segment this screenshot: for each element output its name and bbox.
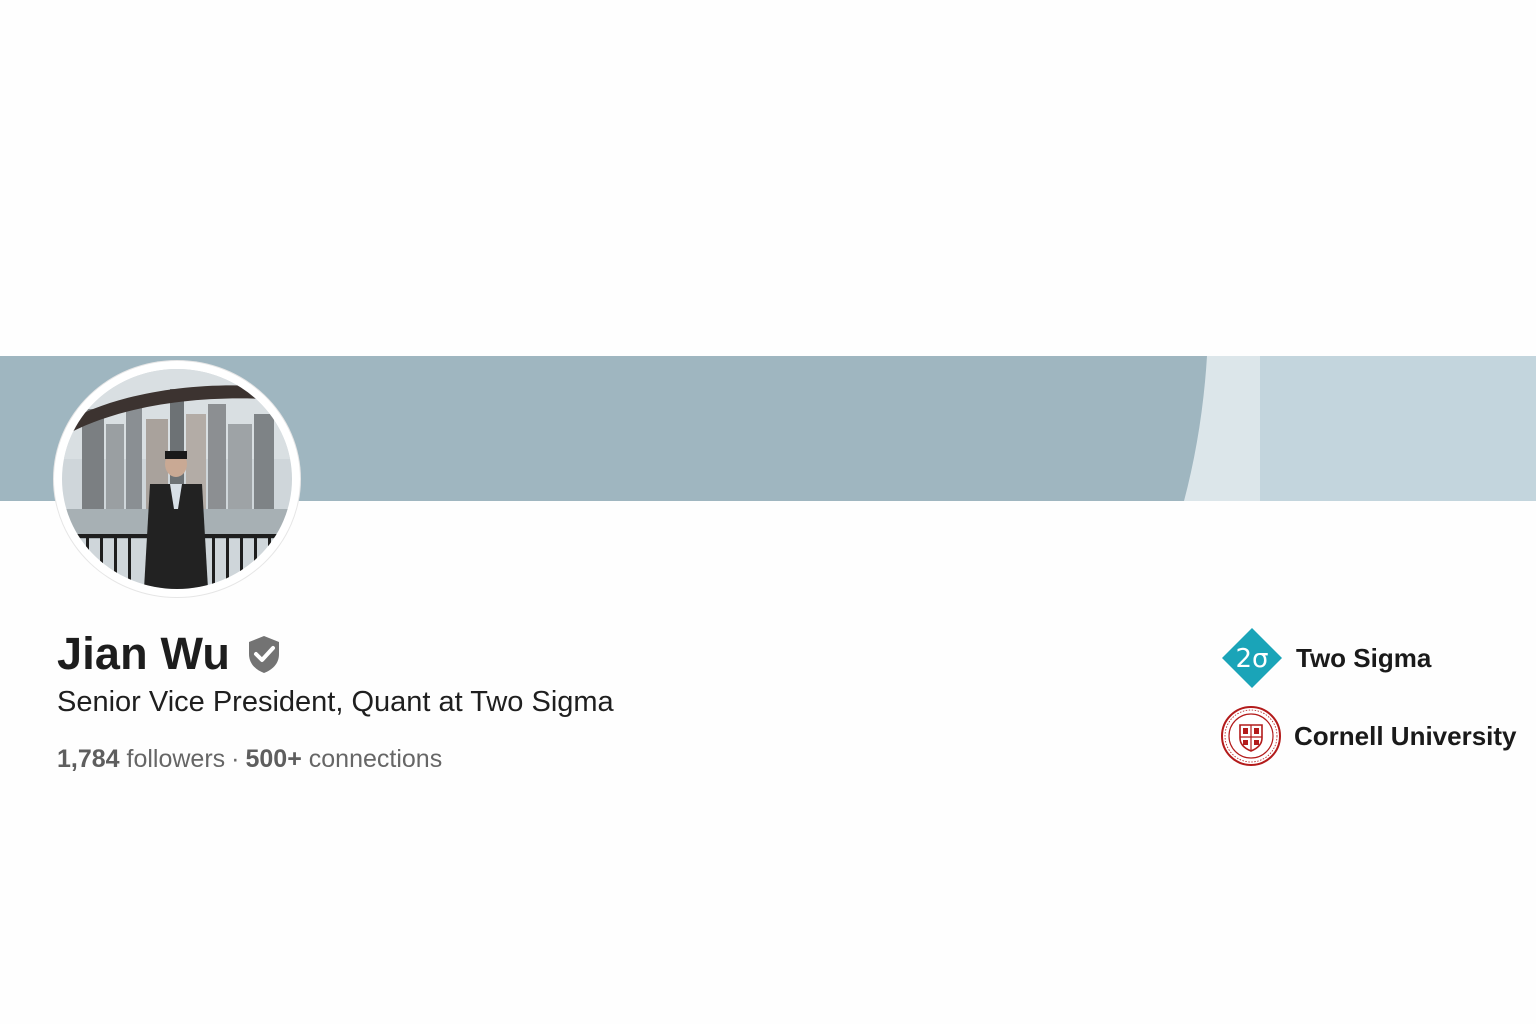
connections-label: connections xyxy=(308,745,443,773)
followers-label: followers xyxy=(126,745,226,773)
org-name-two-sigma: Two Sigma xyxy=(1296,642,1432,673)
connections-count: 500+ xyxy=(245,745,302,773)
profile-stats: 1,784 followers · 500+ connections xyxy=(57,745,442,774)
avatar-photo xyxy=(62,369,292,589)
profile-page: Jian Wu Senior Vice President, Quant at … xyxy=(0,0,1536,1024)
followers-count: 1,784 xyxy=(57,745,120,773)
profile-name: Jian Wu xyxy=(57,628,231,679)
followers-link[interactable]: 1,784 followers xyxy=(57,745,225,773)
connections-link[interactable]: 500+ connections xyxy=(246,745,443,773)
org-name-cornell: Cornell University xyxy=(1294,720,1517,751)
org-link-cornell[interactable]: Cornell University xyxy=(1220,705,1517,767)
stats-separator: · xyxy=(231,745,240,773)
org-link-two-sigma[interactable]: 2σ Two Sigma xyxy=(1220,628,1431,688)
cornell-seal-icon xyxy=(1221,706,1281,766)
profile-name-row: Jian Wu xyxy=(57,624,282,684)
verified-shield-icon[interactable] xyxy=(246,634,282,674)
two-sigma-logo-icon: 2σ xyxy=(1222,628,1282,688)
two-sigma-logo-text: 2σ xyxy=(1235,644,1268,674)
profile-headline: Senior Vice President, Quant at Two Sigm… xyxy=(57,686,614,718)
profile-avatar[interactable] xyxy=(54,361,300,597)
